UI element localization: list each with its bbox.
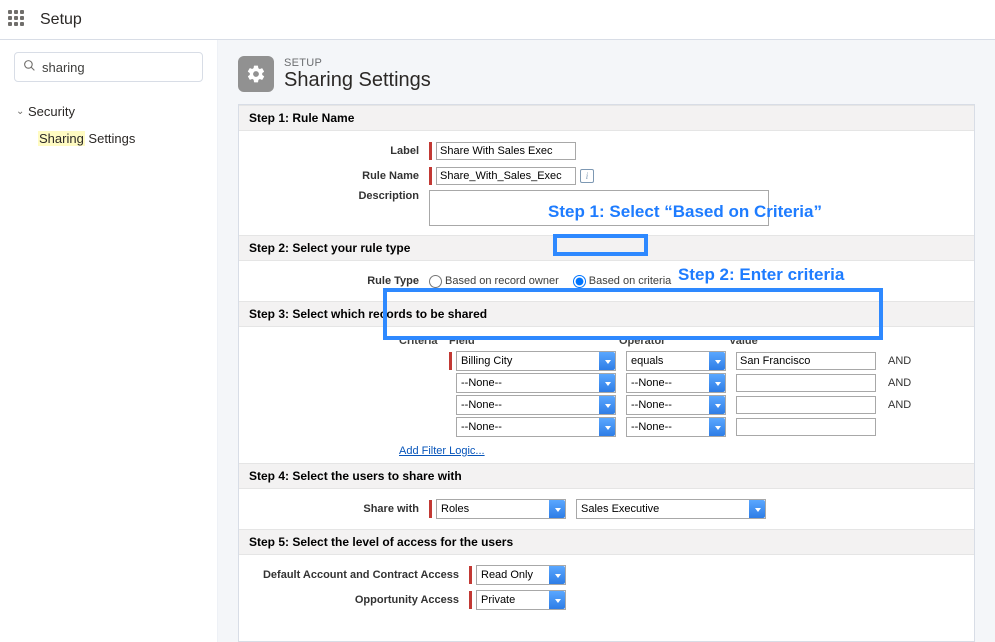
rule-form: Step 1: Rule Name Label Rule Name i Desc…	[238, 104, 975, 642]
sidebar-item-highlight: Sharing	[38, 131, 85, 146]
criteria-operator-select[interactable]: --None--	[626, 395, 726, 415]
content-area: SETUP Sharing Settings Step 1: Rule Name…	[218, 40, 995, 642]
rulename-label: Rule Name	[249, 170, 429, 182]
and-text: AND	[888, 399, 911, 411]
criteria-field-select[interactable]: --None--	[456, 417, 616, 437]
sharewith-value-select[interactable]: Sales Executive	[576, 499, 766, 519]
criteria-value-input[interactable]	[736, 396, 876, 414]
sharewith-category-select[interactable]: Roles	[436, 499, 566, 519]
setup-sidebar: ⌄ Security Sharing Settings	[0, 40, 218, 642]
opportunity-access-select[interactable]: Private	[476, 590, 566, 610]
info-icon[interactable]: i	[580, 169, 594, 183]
step5-heading: Step 5: Select the level of access for t…	[239, 529, 974, 555]
criteria-field-select[interactable]: --None--	[456, 373, 616, 393]
description-label: Description	[249, 190, 429, 202]
radio-criteria-label[interactable]: Based on criteria	[589, 275, 672, 287]
required-indicator	[469, 591, 472, 609]
sidebar-item-security[interactable]: ⌄ Security	[14, 98, 203, 125]
sidebar-item-sharing-settings[interactable]: Sharing Settings	[14, 125, 203, 152]
sidebar-item-suffix: Settings	[85, 131, 136, 146]
quick-find[interactable]	[14, 52, 203, 82]
criteria-row: --None-- --None-- AND	[399, 395, 964, 415]
radio-criteria[interactable]	[573, 275, 586, 288]
gear-icon	[238, 56, 274, 92]
global-header: Setup	[0, 0, 995, 40]
radio-owner[interactable]	[429, 275, 442, 288]
add-filter-logic-link[interactable]: Add Filter Logic...	[399, 445, 485, 457]
required-indicator	[429, 142, 432, 160]
account-access-select[interactable]: Read Only	[476, 565, 566, 585]
criteria-value-input[interactable]	[736, 352, 876, 370]
criteria-row: --None-- --None--	[399, 417, 964, 437]
criteria-field-select[interactable]: --None--	[456, 395, 616, 415]
account-access-label: Default Account and Contract Access	[249, 569, 469, 581]
criteria-operator-select[interactable]: --None--	[626, 417, 726, 437]
value-header: Value	[729, 335, 879, 347]
step1-heading: Step 1: Rule Name	[239, 105, 974, 131]
label-input[interactable]	[436, 142, 576, 160]
step2-heading: Step 2: Select your rule type	[239, 235, 974, 261]
required-indicator	[429, 500, 432, 518]
field-header: Field	[449, 335, 619, 347]
page-kicker: SETUP	[284, 57, 431, 69]
ruletype-label: Rule Type	[249, 275, 429, 287]
app-launcher-icon[interactable]	[8, 10, 28, 30]
operator-header: Operator	[619, 335, 729, 347]
quick-find-input[interactable]	[42, 60, 194, 75]
criteria-label: Criteria	[399, 335, 449, 347]
required-indicator	[429, 167, 432, 185]
and-text: AND	[888, 355, 911, 367]
description-input[interactable]	[429, 190, 769, 226]
sharewith-label: Share with	[249, 503, 429, 515]
sidebar-item-label: Security	[28, 104, 75, 119]
radio-owner-label[interactable]: Based on record owner	[445, 275, 559, 287]
page-title: Sharing Settings	[284, 69, 431, 92]
criteria-value-input[interactable]	[736, 418, 876, 436]
rulename-input[interactable]	[436, 167, 576, 185]
and-text: AND	[888, 377, 911, 389]
search-icon	[23, 59, 36, 75]
required-indicator	[469, 566, 472, 584]
criteria-operator-select[interactable]: equals	[626, 351, 726, 371]
criteria-operator-select[interactable]: --None--	[626, 373, 726, 393]
criteria-row: --None-- --None-- AND	[399, 373, 964, 393]
label-label: Label	[249, 145, 429, 157]
opportunity-access-label: Opportunity Access	[249, 594, 469, 606]
criteria-value-input[interactable]	[736, 374, 876, 392]
page-header: SETUP Sharing Settings	[218, 40, 995, 104]
app-title: Setup	[40, 11, 82, 29]
chevron-down-icon: ⌄	[16, 106, 28, 117]
step3-heading: Step 3: Select which records to be share…	[239, 301, 974, 327]
required-indicator	[449, 352, 452, 370]
criteria-field-select[interactable]: Billing City	[456, 351, 616, 371]
step4-heading: Step 4: Select the users to share with	[239, 463, 974, 489]
criteria-row: Billing City equals AND	[399, 351, 964, 371]
